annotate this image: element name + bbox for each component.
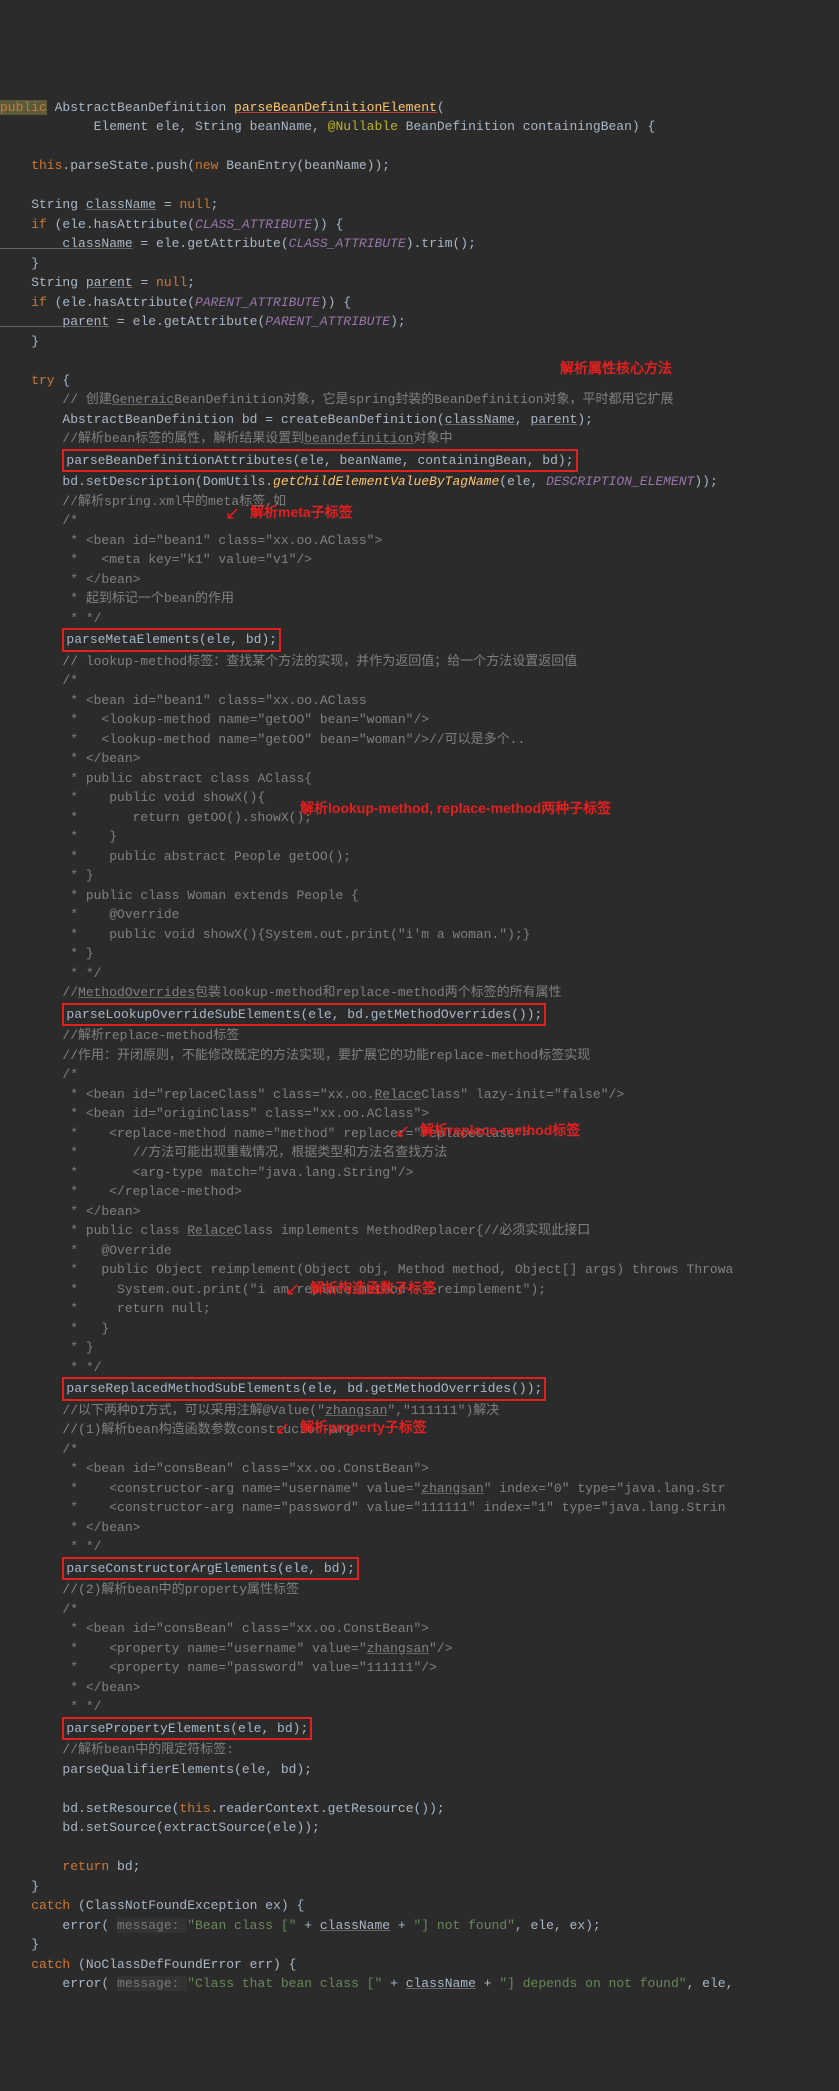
highlight-box-3: parseLookupOverrideSubElements(ele, bd.g… bbox=[62, 1003, 546, 1027]
highlight-box-4: parseReplacedMethodSubElements(ele, bd.g… bbox=[62, 1377, 546, 1401]
highlight-box-2: parseMetaElements(ele, bd); bbox=[62, 628, 281, 652]
highlight-box-1: parseBeanDefinitionAttributes(ele, beanN… bbox=[62, 449, 577, 473]
code-block: public AbstractBeanDefinition parseBeanD… bbox=[0, 78, 839, 1994]
arrow-icon: ↙ bbox=[395, 1120, 410, 1147]
annotation-6: 解析property子标签 bbox=[300, 1417, 427, 1438]
arrow-icon: ↙ bbox=[275, 1417, 290, 1444]
annotation-2: 解析meta子标签 bbox=[250, 502, 353, 523]
highlight-box-5: parseConstructorArgElements(ele, bd); bbox=[62, 1557, 359, 1581]
method-name: parseBeanDefinitionElement bbox=[234, 100, 437, 115]
arrow-icon: ↙ bbox=[225, 502, 240, 529]
annotation-1: 解析属性核心方法 bbox=[560, 358, 672, 379]
highlight-box-6: parsePropertyElements(ele, bd); bbox=[62, 1717, 312, 1741]
annotation-5: 解析构造函数子标签 bbox=[310, 1278, 436, 1299]
annotation-4: 解析replace-method标签 bbox=[420, 1120, 580, 1141]
kw-public: public bbox=[0, 100, 47, 115]
arrow-icon: ↙ bbox=[285, 1278, 300, 1305]
annotation-3: 解析lookup-method, replace-method两种子标签 bbox=[300, 798, 611, 819]
